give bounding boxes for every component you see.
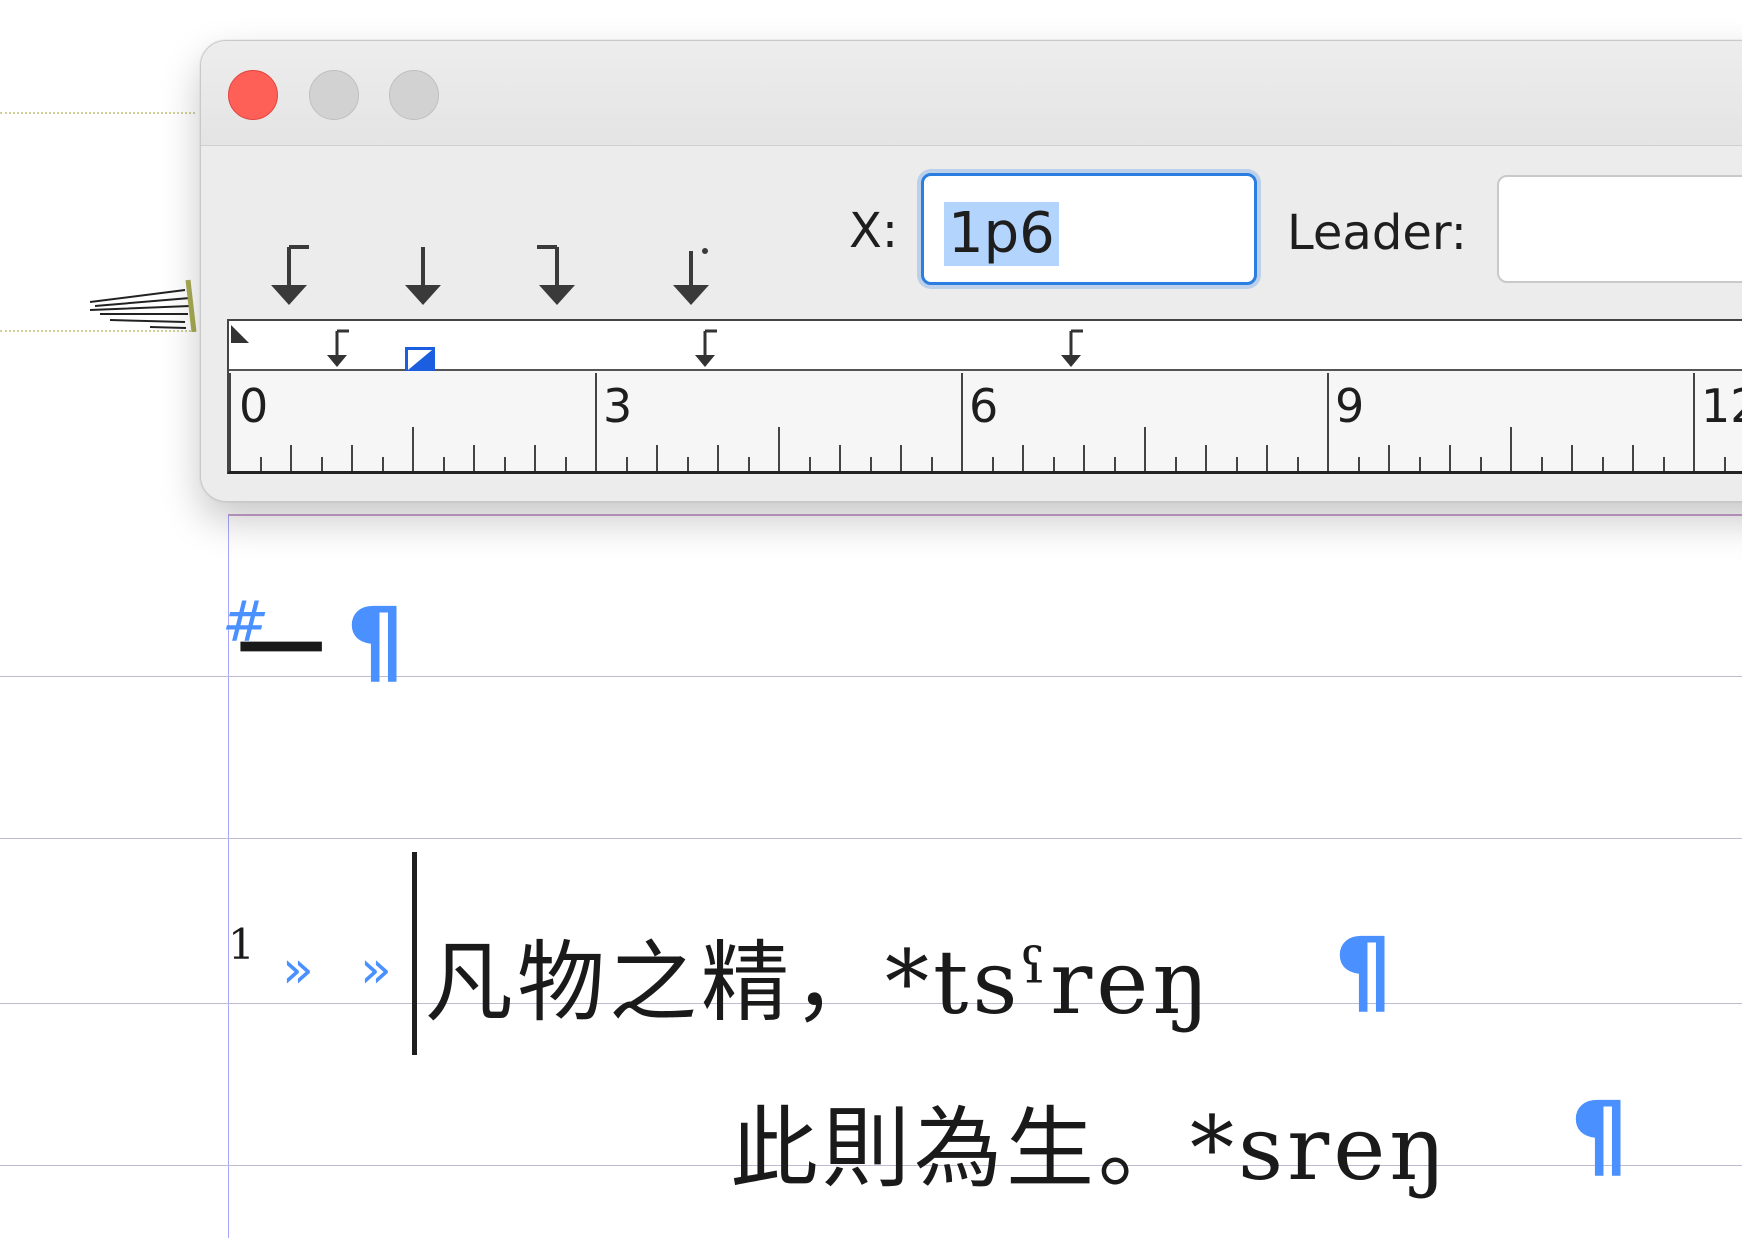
baseline-grid-line: [0, 838, 1742, 839]
ruler-number: 6: [969, 379, 999, 433]
x-position-value: 1p6: [944, 202, 1059, 266]
left-tab-marker[interactable]: [1059, 329, 1087, 369]
ruler-tick: [1632, 445, 1634, 471]
ruler-tick: [717, 445, 719, 471]
ruler-tick: [1357, 457, 1360, 471]
window-titlebar[interactable]: [201, 41, 1742, 146]
ruler-tick: [686, 457, 689, 471]
poem-line-2[interactable]: 此則為生。*sreŋ: [730, 1078, 1450, 1205]
ruler-number: 3: [603, 379, 633, 433]
ruler-tick: [1327, 373, 1329, 471]
ruler-tick: [595, 373, 597, 471]
tab-character-marker: »: [360, 940, 392, 1000]
ruler-tick: [1510, 427, 1512, 471]
ruler-tick: [1235, 457, 1238, 471]
tab-ruler[interactable]: 0 3 6 9 12: [227, 319, 1742, 474]
ruler-tick: [1266, 445, 1268, 471]
ruler-tick: [1540, 457, 1543, 471]
ruler-tick: [808, 457, 811, 471]
ruler-tick: [259, 457, 262, 471]
ruler-tick: [534, 445, 536, 471]
poem-line-1[interactable]: 凡物之精，*tsˁreŋ: [425, 912, 1213, 1039]
ruler-tick: [1571, 445, 1573, 471]
ruler-tick: [930, 457, 933, 471]
ruler-tick: [1052, 457, 1055, 471]
ruler-number: 0: [239, 379, 269, 433]
margin-guide-dotted: [0, 112, 195, 114]
ruler-tick: [1144, 427, 1146, 471]
ruler-tick: [564, 457, 567, 471]
ruler-tick: [1601, 457, 1604, 471]
ruler-tick: [1449, 445, 1451, 471]
ruler-tick: [656, 445, 658, 471]
ruler-tick: [351, 445, 353, 471]
ruler-scale: 0 3 6 9 12: [229, 371, 1742, 471]
ruler-tick: [839, 445, 841, 471]
left-justified-tab-button[interactable]: [261, 241, 321, 313]
ruler-tick: [869, 457, 872, 471]
x-position-label: X:: [849, 203, 899, 259]
ruler-tick: [229, 373, 231, 471]
tab-character-marker: »: [282, 940, 314, 1000]
ruler-tick: [1723, 457, 1726, 471]
ruler-tick: [900, 445, 902, 471]
ruler-tick: [473, 445, 475, 471]
ruler-tick: [747, 457, 750, 471]
list-number: 1: [228, 920, 255, 969]
x-position-input[interactable]: 1p6: [921, 173, 1257, 285]
ruler-tick: [961, 373, 963, 471]
ruler-tick: [1388, 445, 1390, 471]
left-tab-marker[interactable]: [693, 329, 721, 369]
ruler-tick: [991, 457, 994, 471]
tab-marker-band[interactable]: [229, 321, 1742, 373]
paragraph-mark: ¶: [346, 588, 405, 695]
ruler-number: 9: [1335, 379, 1365, 433]
text-frame-top-edge: [228, 514, 1742, 516]
ruler-tick: [290, 445, 292, 471]
close-window-button[interactable]: [228, 70, 278, 120]
ruler-tick: [1083, 445, 1085, 471]
leader-label: Leader:: [1287, 205, 1467, 261]
ruler-tick: [625, 457, 628, 471]
left-indent-marker[interactable]: [405, 347, 435, 373]
ruler-tick: [1113, 457, 1116, 471]
brush-stroke-graphic: [90, 279, 197, 332]
ruler-number: 12: [1701, 379, 1742, 433]
ruler-tick: [503, 457, 506, 471]
paragraph-mark: ¶: [1334, 918, 1393, 1025]
first-line-indent-marker[interactable]: [231, 325, 249, 343]
ruler-tick: [1174, 457, 1177, 471]
left-tab-marker[interactable]: [325, 329, 353, 369]
ruler-tick: [1418, 457, 1421, 471]
ruler-tick: [1662, 457, 1665, 471]
left-tab-icon: [271, 245, 309, 305]
ruler-tick: [381, 457, 384, 471]
ruler-tick: [412, 427, 414, 471]
center-justified-tab-button[interactable]: [393, 241, 453, 313]
right-tab-icon: [537, 245, 575, 305]
paragraph-mark: ¶: [1570, 1082, 1629, 1189]
center-tab-icon: [405, 247, 441, 305]
decimal-tab-icon: [673, 248, 709, 305]
right-justified-tab-button[interactable]: [523, 241, 583, 313]
ruler-tick: [1479, 457, 1482, 471]
zoom-window-button[interactable]: [389, 70, 439, 120]
ruler-tick: [1296, 457, 1299, 471]
heading-text[interactable]: 一: [238, 580, 324, 705]
text-cursor: [412, 852, 417, 1055]
ruler-tick: [442, 457, 445, 471]
ruler-tick: [778, 427, 780, 471]
minimize-window-button[interactable]: [309, 70, 359, 120]
ruler-tick: [1693, 373, 1695, 471]
leader-input[interactable]: [1497, 175, 1742, 283]
ruler-tick: [1205, 445, 1207, 471]
ruler-tick: [320, 457, 323, 471]
tabs-panel-window[interactable]: X: 1p6 Leader: 0 3 6 9 12: [200, 40, 1742, 502]
decimal-tab-button[interactable]: [663, 241, 723, 313]
ruler-tick: [1022, 445, 1024, 471]
